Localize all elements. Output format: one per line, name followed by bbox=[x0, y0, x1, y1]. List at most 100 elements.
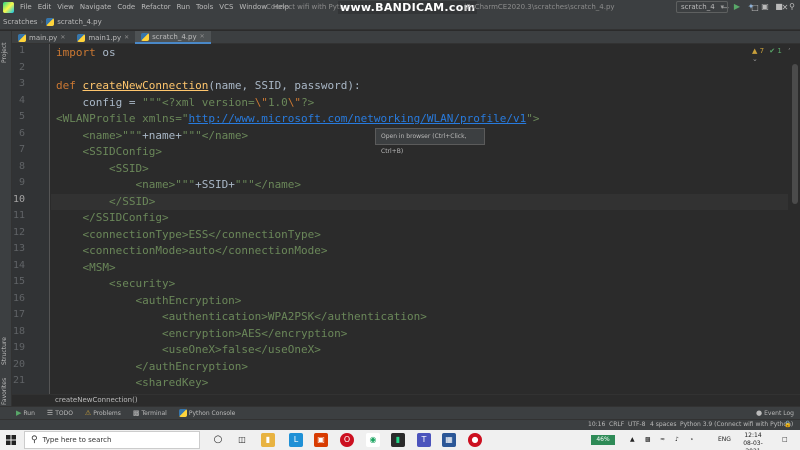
code-breadcrumb-label[interactable]: createNewConnection() bbox=[55, 396, 138, 404]
code-line[interactable]: <authEncryption> bbox=[56, 293, 241, 309]
windows-start-button[interactable] bbox=[0, 430, 22, 450]
code-line[interactable]: def createNewConnection(name, SSID, pass… bbox=[56, 78, 361, 94]
clock[interactable]: 12:14 08-03-2021 bbox=[738, 432, 768, 450]
tool-label: Run bbox=[23, 409, 35, 417]
code-line[interactable]: <useOneX>false</useOneX> bbox=[56, 342, 321, 358]
code-line[interactable]: <MSM> bbox=[56, 260, 115, 276]
stop-icon[interactable]: ■ bbox=[774, 2, 784, 12]
code-token: """</name> bbox=[181, 128, 249, 142]
menu-edit[interactable]: Edit bbox=[35, 0, 55, 15]
line-number-gutter[interactable]: 1 2 3 4 5 6 7 8 9 10 11 12 13 14 15 16 1… bbox=[12, 44, 50, 394]
menu-code[interactable]: Code bbox=[114, 0, 138, 15]
wifi-icon[interactable]: ≈ bbox=[660, 430, 665, 450]
cortana-icon[interactable]: ○ bbox=[211, 433, 225, 447]
code-token: \" bbox=[254, 95, 268, 109]
code-line[interactable]: </authEncryption> bbox=[56, 359, 248, 375]
code-line[interactable]: </SSIDConfig> bbox=[56, 210, 168, 226]
code-line[interactable]: <authentication>WPA2PSK</authentication> bbox=[56, 309, 427, 325]
close-icon[interactable]: ✕ bbox=[200, 33, 205, 40]
run-config-label: scratch_4 bbox=[681, 3, 715, 11]
office-icon[interactable]: ▣ bbox=[314, 433, 328, 447]
app-icon[interactable]: ▦ bbox=[442, 433, 456, 447]
task-view-icon[interactable]: ◫ bbox=[235, 433, 249, 447]
debug-icon[interactable]: ✦ bbox=[746, 2, 756, 12]
code-line[interactable]: <security> bbox=[56, 276, 175, 292]
run-icon[interactable]: ▶ bbox=[732, 2, 742, 12]
scrollbar-thumb[interactable] bbox=[792, 64, 798, 204]
battery-indicator[interactable]: 46% bbox=[591, 435, 615, 445]
code-line[interactable]: <name>"""+name+"""</name> bbox=[56, 128, 248, 144]
tab-scratch-4-py[interactable]: scratch_4.py ✕ bbox=[135, 31, 211, 44]
editor-scrollbar[interactable] bbox=[790, 44, 800, 394]
terminal-tool-button[interactable]: ▩ Terminal bbox=[127, 409, 173, 417]
caret-position[interactable]: 10:16 bbox=[588, 420, 605, 430]
volume-icon[interactable]: ♪ bbox=[675, 430, 679, 450]
code-line[interactable]: <connectionType>ESS</connectionType> bbox=[56, 227, 320, 243]
menu-navigate[interactable]: Navigate bbox=[77, 0, 114, 15]
close-icon[interactable]: ✕ bbox=[60, 34, 65, 41]
file-explorer-icon[interactable]: ▮ bbox=[261, 433, 275, 447]
line-number: 21 bbox=[12, 375, 25, 386]
chevron-down-icon[interactable]: ⌄ bbox=[752, 55, 758, 63]
menu-tools[interactable]: Tools bbox=[193, 0, 216, 15]
indent-setting[interactable]: 4 spaces bbox=[650, 420, 676, 430]
namespace-url-link[interactable]: http://www.microsoft.com/networking/WLAN… bbox=[188, 112, 526, 125]
language-indicator[interactable]: ENG bbox=[718, 430, 731, 450]
breadcrumb-scratches[interactable]: Scratches bbox=[0, 18, 40, 26]
python-file-icon bbox=[46, 18, 55, 26]
menu-window[interactable]: Window bbox=[236, 0, 270, 15]
line-number: 8 bbox=[18, 160, 25, 172]
code-editor[interactable]: import os def createNewConnection(name, … bbox=[51, 44, 788, 394]
opera-icon[interactable]: O bbox=[340, 433, 354, 447]
teams-icon[interactable]: T bbox=[417, 433, 431, 447]
bluetooth-icon[interactable]: ⋆ bbox=[690, 430, 694, 450]
tab-main1-py[interactable]: main1.py ✕ bbox=[71, 31, 135, 44]
lens-app-icon[interactable]: L bbox=[289, 433, 303, 447]
code-line[interactable]: <encryption>AES</encryption> bbox=[56, 326, 347, 342]
bandicam-record-icon[interactable]: ● bbox=[468, 433, 482, 447]
breadcrumb-file[interactable]: scratch_4.py bbox=[43, 18, 104, 26]
system-tray-icon[interactable]: ▲ bbox=[630, 430, 635, 450]
menu-run[interactable]: Run bbox=[174, 0, 193, 15]
event-log-tool-button[interactable]: ● Event Log bbox=[750, 409, 800, 417]
menu-file[interactable]: File bbox=[17, 0, 35, 15]
notifications-icon[interactable]: □ bbox=[782, 430, 788, 450]
tab-main-py[interactable]: main.py ✕ bbox=[12, 31, 71, 44]
network-icon[interactable]: ▩ bbox=[645, 430, 651, 450]
pycharm-taskbar-icon[interactable]: ▮ bbox=[391, 433, 405, 447]
chrome-icon[interactable]: ◉ bbox=[366, 433, 380, 447]
code-line[interactable]: <connectionMode>auto</connectionMode> bbox=[56, 243, 327, 259]
code-line[interactable]: import os bbox=[56, 45, 116, 61]
code-line[interactable]: <SSIDConfig> bbox=[56, 144, 161, 160]
navigation-bar: Scratches › scratch_4.py bbox=[0, 15, 800, 30]
code-token: def bbox=[56, 79, 83, 92]
menu-view[interactable]: View bbox=[54, 0, 77, 15]
code-line[interactable]: config = """<?xml version=\"1.0\"?> bbox=[56, 95, 314, 111]
code-token: """<?xml version= bbox=[142, 95, 255, 109]
code-line[interactable]: <name>"""+SSID+"""</name> bbox=[56, 177, 301, 193]
code-line[interactable]: <sharedKey> bbox=[56, 375, 208, 391]
code-breadcrumb[interactable]: createNewConnection() bbox=[12, 394, 800, 406]
pycharm-logo-icon[interactable] bbox=[3, 2, 14, 13]
run-tool-button[interactable]: ▶ Run bbox=[10, 409, 41, 417]
breadcrumb-file-label: scratch_4.py bbox=[57, 18, 102, 26]
menu-refactor[interactable]: Refactor bbox=[138, 0, 173, 15]
windows-logo-icon bbox=[6, 435, 16, 445]
code-line[interactable]: <SSID> bbox=[56, 161, 149, 177]
taskbar-search-input[interactable]: ⚲ Type here to search bbox=[24, 431, 200, 449]
line-separator[interactable]: CRLF bbox=[609, 420, 624, 430]
coverage-icon[interactable]: ▣ bbox=[760, 2, 770, 12]
lock-icon[interactable]: 🔓 bbox=[784, 420, 791, 430]
close-icon[interactable]: ✕ bbox=[124, 34, 129, 41]
line-number: 15 bbox=[12, 276, 25, 287]
code-line[interactable]: <WLANProfile xmlns="http://www.microsoft… bbox=[56, 111, 539, 127]
menu-vcs[interactable]: VCS bbox=[216, 0, 236, 15]
search-everywhere-icon[interactable]: ⚲ bbox=[787, 2, 797, 12]
todo-tool-button[interactable]: ☰ TODO bbox=[41, 409, 79, 417]
python-console-tool-button[interactable]: Python Console bbox=[173, 409, 242, 417]
run-config-select[interactable]: scratch_4 ▾ bbox=[676, 1, 728, 13]
code-line[interactable]: </SSID> bbox=[56, 194, 155, 210]
python-interpreter[interactable]: Python 3.9 (Connect wifi with Python) bbox=[680, 420, 793, 430]
problems-tool-button[interactable]: ⚠ Problems bbox=[79, 409, 127, 417]
file-encoding[interactable]: UTF-8 bbox=[628, 420, 646, 430]
